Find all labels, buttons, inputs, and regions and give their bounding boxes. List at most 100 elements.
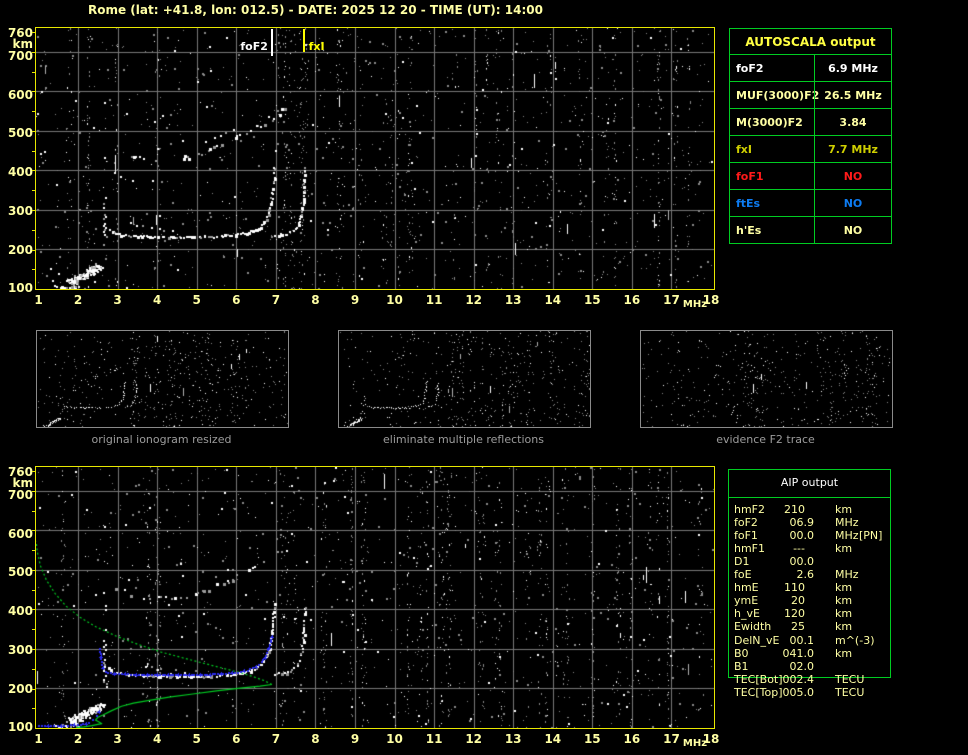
aip-row-value: 210 (784, 503, 805, 516)
x-tick-label: 10 (386, 293, 403, 307)
y-tick-label: 300 (7, 203, 33, 218)
y-axis-tick (32, 91, 35, 93)
autoscala-row: h'Es NO (730, 216, 891, 243)
autoscala-row-value: NO (814, 217, 891, 243)
y-axis-tick (32, 688, 35, 690)
aip-row-value: --- (793, 542, 805, 556)
aip-row-unit: km (835, 594, 853, 608)
autoscala-row-value: 26.5 MHz (814, 82, 891, 108)
aip-row-unit: km (835, 542, 853, 556)
aip-row-unit: km (835, 503, 853, 516)
y-tick-label: 700 (7, 48, 33, 63)
aip-row-value: 25 (791, 620, 805, 634)
thumbnail-caption-2: evidence F2 trace (716, 433, 815, 446)
autoscala-row-label: foF2 (736, 61, 764, 75)
autoscala-row-label: fxI (736, 142, 752, 156)
aip-row-label: foF1 (734, 529, 758, 543)
x-tick-label: 15 (583, 293, 601, 307)
x-tick-label: 1 (34, 732, 43, 746)
thumbnail-canvas-1 (339, 331, 590, 427)
x-tick-label: 8 (311, 732, 320, 746)
aip-row-unit: km (835, 581, 853, 595)
autoscala-row-value: 6.9 MHz (814, 55, 891, 81)
x-tick-label: 6 (232, 293, 241, 307)
aip-row-value: 005.0 (782, 685, 815, 699)
y-axis-tick (32, 648, 35, 650)
thumbnail-canvas-0 (37, 331, 288, 427)
aip-row-label: foF2 (734, 516, 758, 529)
x-tick-label: 7 (271, 293, 281, 307)
y-axis-tick (32, 530, 35, 532)
y-axis-tick (32, 609, 35, 611)
ionogram-top-canvas (36, 28, 714, 289)
aip-row-value: 041.0 (782, 646, 815, 660)
y-axis-tick (32, 190, 35, 192)
x-axis-unit-label: MHz (682, 299, 708, 310)
y-axis-tick (32, 32, 35, 33)
y-axis-tick (32, 130, 35, 132)
aip-output-table: AIP output hmF2 210 km foF2 06.9 MHz foF1 00.0 MH… (728, 469, 891, 699)
aip-row-unit: TECU (835, 672, 865, 686)
autoscala-row: fxI 7.7 MHz (730, 135, 891, 162)
aip-row-value: 20 (791, 594, 805, 608)
thumbnail-0 (36, 330, 289, 428)
aip-row-label: hmE (734, 581, 759, 595)
aip-title-divider (729, 497, 890, 498)
aip-row-unit: TECU (835, 685, 865, 699)
thumbnail-caption-0: original ionogram resized (91, 433, 232, 446)
aip-row-unit: km (835, 607, 853, 621)
aip-row-value: 00.0 (789, 555, 815, 569)
autoscala-row-label: h'Es (736, 223, 762, 237)
aip-row-label: B0 (734, 646, 749, 660)
aip-row-label: ymE (734, 594, 759, 608)
autoscala-row-value: NO (814, 190, 891, 216)
aip-row-unit: MHz (835, 516, 859, 529)
y-tick-label: 600 (7, 87, 33, 102)
x-tick-label: 2 (73, 293, 83, 307)
x-tick-label: 9 (350, 293, 360, 307)
y-tick-label: 500 (7, 565, 33, 580)
aip-row-unit: MHz (835, 568, 859, 582)
autoscala-output-table: AUTOSCALA output foF2 6.9 MHz MUF(3000)F2 26… (729, 28, 892, 244)
y-tick-label: 500 (7, 126, 33, 141)
autoscala-row: M(3000)F2 3.84 (730, 108, 891, 135)
x-tick-label: 11 (425, 732, 443, 746)
aip-row-unit: km (835, 620, 853, 634)
autoscala-row: foF1 NO (730, 162, 891, 189)
y-axis-tick (32, 471, 35, 472)
autoscala-output-window: Rome (lat: +41.8, lon: 012.5) - DATE: 20… (0, 0, 968, 755)
y-axis-tick (32, 490, 35, 492)
x-tick-label: 11 (425, 293, 443, 307)
x-tick-label: 9 (350, 732, 360, 746)
aip-row-value: 002.4 (782, 672, 815, 686)
window-title: Rome (lat: +41.8, lon: 012.5) - DATE: 20… (88, 3, 543, 17)
autoscala-row-label: M(3000)F2 (736, 115, 803, 129)
y-axis-tick (32, 269, 35, 271)
y-axis-tick (32, 150, 35, 152)
x-tick-label: 4 (153, 293, 162, 307)
y-axis-tick (32, 170, 35, 172)
y-axis-tick (32, 589, 35, 591)
aip-row-value: 00.0 (789, 529, 815, 543)
x-tick-label: 3 (113, 732, 122, 746)
y-axis-tick (32, 229, 35, 231)
y-axis-tick (32, 71, 35, 73)
aip-row-label: h_vE (734, 607, 760, 621)
ionogram-top-panel: foF2 fxI (35, 27, 715, 290)
y-tick-label: 700 (7, 487, 33, 502)
x-tick-label: 16 (623, 293, 641, 307)
autoscala-row-label: ftEs (736, 196, 761, 210)
fxI-marker-label: fxI (308, 40, 325, 53)
x-tick-label: 5 (192, 293, 201, 307)
aip-row-value: 120 (784, 607, 805, 621)
x-tick-label: 4 (153, 732, 162, 746)
y-axis-tick (32, 51, 35, 53)
autoscala-row-value: 3.84 (814, 109, 891, 135)
autoscala-row-label: MUF(3000)F2 (736, 88, 820, 102)
y-axis-tick (32, 209, 35, 211)
aip-row-unit: km (835, 646, 853, 660)
thumbnail-2 (640, 330, 893, 428)
y-axis-tick (32, 249, 35, 251)
x-tick-label: 12 (465, 293, 483, 307)
x-tick-label: 13 (504, 293, 522, 307)
